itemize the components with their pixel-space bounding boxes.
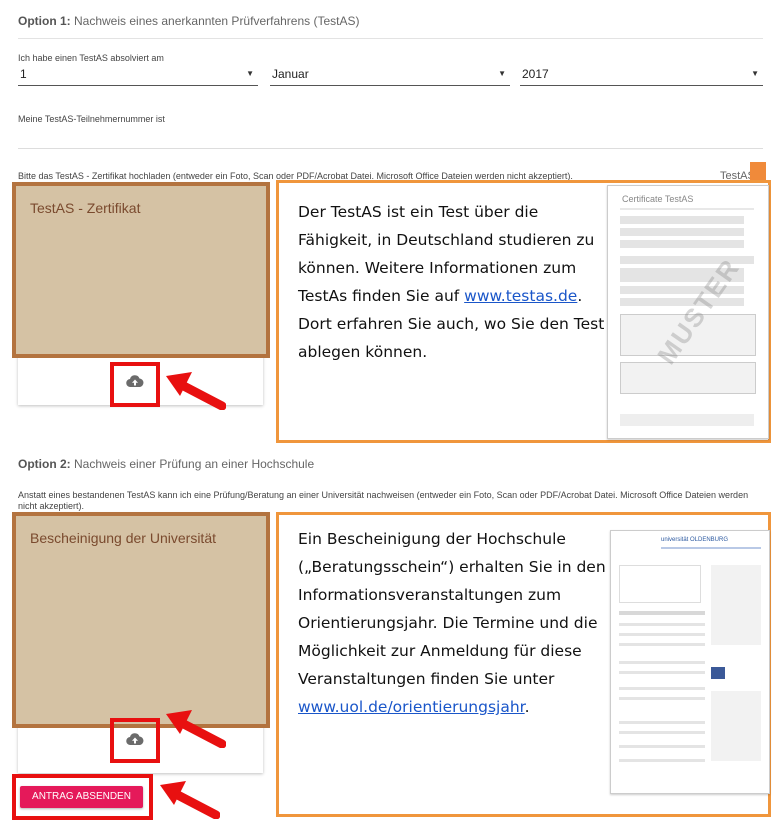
- university-preview-label: Bescheinigung der Universität: [30, 530, 216, 546]
- doc-line: [661, 547, 761, 549]
- university-certificate-preview: Bescheinigung der Universität: [12, 512, 270, 728]
- caret-down-icon: ▼: [246, 69, 254, 78]
- upload-instruction-2: Anstatt eines bestandenen TestAS kann ic…: [18, 490, 749, 511]
- doc-field: [620, 216, 744, 224]
- submit-application-button[interactable]: ANTRAG ABSENDEN: [20, 786, 143, 808]
- university-certificate-image: universität OLDENBURG: [610, 530, 770, 794]
- doc-field: [620, 228, 744, 236]
- caret-down-icon: ▼: [498, 69, 506, 78]
- doc-field: [619, 697, 705, 700]
- cloud-upload-icon[interactable]: [126, 374, 144, 388]
- doc-title: Certificate TestAS: [622, 194, 694, 204]
- day-select[interactable]: 1 ▼: [18, 65, 258, 86]
- red-arrow-icon: [166, 372, 226, 410]
- option2-title-prefix: Option 2:: [18, 457, 71, 471]
- date-label: Ich habe einen TestAS absolviert am: [18, 53, 164, 63]
- doc-field: [620, 240, 744, 248]
- testas-info-text: Der TestAS ist ein Test über die Fähigke…: [298, 198, 610, 366]
- doc-field: [619, 745, 705, 748]
- month-select[interactable]: Januar ▼: [270, 65, 510, 86]
- day-select-value: 1: [20, 67, 27, 81]
- caret-down-icon: ▼: [751, 69, 759, 78]
- university-info-text: Ein Bescheinigung der Hochschule („Berat…: [298, 525, 613, 721]
- doc-field: [619, 687, 705, 690]
- doc-line: [620, 208, 754, 210]
- red-arrow-icon: [160, 781, 220, 819]
- testas-certificate-preview: TestAS - Zertifikat: [12, 182, 270, 358]
- doc-sidebar: [711, 691, 761, 761]
- doc-field: [619, 721, 705, 724]
- year-select[interactable]: 2017 ▼: [520, 65, 763, 86]
- doc-field: [619, 731, 705, 734]
- month-select-value: Januar: [272, 67, 309, 81]
- doc-field: [619, 633, 705, 636]
- uol-link[interactable]: www.uol.de/orientierungsjahr: [298, 698, 525, 716]
- doc-footer: [620, 414, 754, 426]
- doc-field: [619, 611, 705, 615]
- divider: [18, 38, 763, 39]
- participant-number-input[interactable]: [18, 148, 763, 149]
- testas-logo: TestAS: [720, 160, 770, 184]
- cloud-upload-icon[interactable]: [126, 732, 144, 746]
- university-info-text-2: .: [524, 698, 530, 716]
- doc-field: [619, 643, 705, 646]
- testas-logo-mark: [750, 162, 766, 180]
- participant-label: Meine TestAS-Teilnehmernummer ist: [18, 114, 165, 124]
- option1-title-text: Nachweis eines anerkannten Prüfverfahren…: [70, 14, 360, 28]
- testas-certificate-image: Certificate TestAS MUSTER: [607, 185, 769, 439]
- option2-title: Option 2: Nachweis einer Prüfung an eine…: [18, 457, 314, 471]
- doc-university-header: universität OLDENBURG: [661, 537, 729, 543]
- option2-title-text: Nachweis einer Prüfung an einer Hochschu…: [70, 457, 315, 471]
- doc-field: [619, 623, 705, 626]
- year-select-value: 2017: [522, 67, 549, 81]
- university-info-text-1: Ein Bescheinigung der Hochschule („Berat…: [298, 530, 606, 688]
- testas-link[interactable]: www.testas.de: [464, 287, 577, 305]
- option1-title: Option 1: Nachweis eines anerkannten Prü…: [18, 14, 359, 28]
- doc-address-box: [619, 565, 701, 603]
- doc-field: [619, 759, 705, 762]
- doc-field: [619, 661, 705, 664]
- facebook-icon: [711, 667, 725, 679]
- doc-field: [619, 671, 705, 674]
- red-arrow-icon: [166, 710, 226, 748]
- testas-preview-label: TestAS - Zertifikat: [30, 200, 141, 216]
- doc-table: [620, 362, 756, 394]
- option1-title-prefix: Option 1:: [18, 14, 71, 28]
- doc-sidebar: [711, 565, 761, 645]
